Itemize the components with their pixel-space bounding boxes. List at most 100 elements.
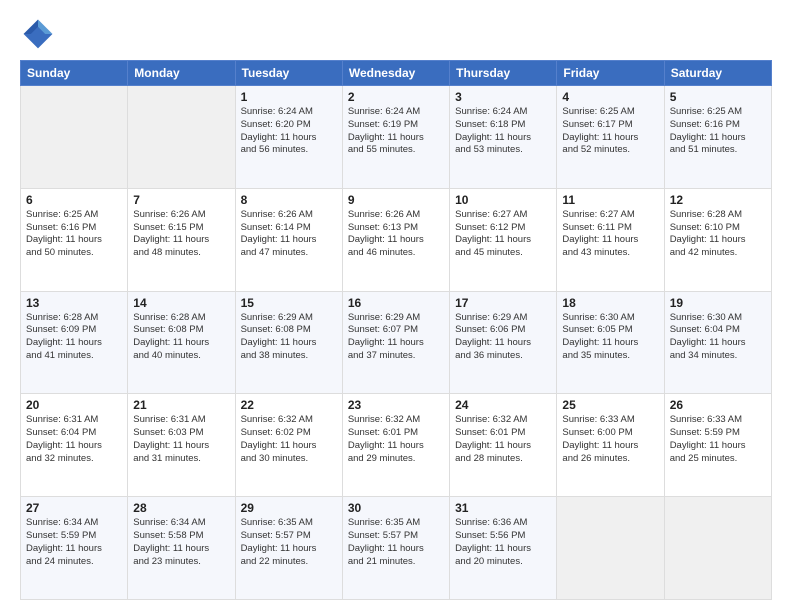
- logo-icon: [20, 16, 56, 52]
- day-number: 20: [26, 398, 122, 412]
- day-cell: 2 Sunrise: 6:24 AM Sunset: 6:19 PM Daylig…: [342, 86, 449, 189]
- day-cell: 8 Sunrise: 6:26 AM Sunset: 6:14 PM Daylig…: [235, 188, 342, 291]
- day-cell: 10Sunrise: 6:27 AM Sunset: 6:12 PM Dayli…: [450, 188, 557, 291]
- week-row-0: 1Sunrise: 6:24 AM Sunset: 6:20 PM Daylig…: [21, 86, 772, 189]
- col-header-thursday: Thursday: [450, 61, 557, 86]
- day-info: Sunrise: 6:28 AM Sunset: 6:10 PM Dayligh…: [670, 209, 766, 260]
- calendar-table: SundayMondayTuesdayWednesdayThursdayFrid…: [20, 60, 772, 600]
- day-info: Sunrise: 6:33 AM Sunset: 6:00 PM Dayligh…: [562, 414, 658, 465]
- day-number: 25: [562, 398, 658, 412]
- header: [20, 16, 772, 52]
- day-info: Sunrise: 6:35 AM Sunset: 5:57 PM Dayligh…: [241, 517, 337, 568]
- day-cell: 12 Sunrise: 6:28 AM Sunset: 6:10 PM Dayli…: [664, 188, 771, 291]
- day-number: 22: [241, 398, 337, 412]
- day-info: Sunrise: 6:31 AM Sunset: 6:04 PM Dayligh…: [26, 414, 122, 465]
- week-row-4: 27 Sunrise: 6:34 AM Sunset: 5:59 PM Dayli…: [21, 497, 772, 600]
- day-info: Sunrise: 6:27 AM Sunset: 6:11 PM Dayligh…: [562, 209, 658, 260]
- day-cell: [128, 86, 235, 189]
- day-cell: [664, 497, 771, 600]
- day-cell: 25 Sunrise: 6:33 AM Sunset: 6:00 PM Dayli…: [557, 394, 664, 497]
- col-header-sunday: Sunday: [21, 61, 128, 86]
- day-cell: 26 Sunrise: 6:33 AM Sunset: 5:59 PM Dayli…: [664, 394, 771, 497]
- day-cell: 17 Sunrise: 6:29 AM Sunset: 6:06 PM Dayli…: [450, 291, 557, 394]
- day-cell: 4Sunrise: 6:25 AM Sunset: 6:17 PM Daylig…: [557, 86, 664, 189]
- day-number: 23: [348, 398, 444, 412]
- day-number: 31: [455, 501, 551, 515]
- day-number: 24: [455, 398, 551, 412]
- day-number: 6: [26, 193, 122, 207]
- day-number: 26: [670, 398, 766, 412]
- day-number: 11: [562, 193, 658, 207]
- day-cell: 19 Sunrise: 6:30 AM Sunset: 6:04 PM Dayli…: [664, 291, 771, 394]
- day-number: 19: [670, 296, 766, 310]
- day-info: Sunrise: 6:31 AM Sunset: 6:03 PM Dayligh…: [133, 414, 229, 465]
- day-info: Sunrise: 6:28 AM Sunset: 6:09 PM Dayligh…: [26, 312, 122, 363]
- day-info: Sunrise: 6:32 AM Sunset: 6:01 PM Dayligh…: [348, 414, 444, 465]
- day-cell: 20 Sunrise: 6:31 AM Sunset: 6:04 PM Dayli…: [21, 394, 128, 497]
- day-number: 13: [26, 296, 122, 310]
- day-cell: 29 Sunrise: 6:35 AM Sunset: 5:57 PM Dayli…: [235, 497, 342, 600]
- day-info: Sunrise: 6:33 AM Sunset: 5:59 PM Dayligh…: [670, 414, 766, 465]
- calendar-header-row: SundayMondayTuesdayWednesdayThursdayFrid…: [21, 61, 772, 86]
- day-info: Sunrise: 6:32 AM Sunset: 6:02 PM Dayligh…: [241, 414, 337, 465]
- day-info: Sunrise: 6:26 AM Sunset: 6:15 PM Dayligh…: [133, 209, 229, 260]
- day-info: Sunrise: 6:24 AM Sunset: 6:18 PM Dayligh…: [455, 106, 551, 157]
- day-number: 8: [241, 193, 337, 207]
- day-number: 28: [133, 501, 229, 515]
- col-header-saturday: Saturday: [664, 61, 771, 86]
- day-cell: 6Sunrise: 6:25 AM Sunset: 6:16 PM Daylig…: [21, 188, 128, 291]
- week-row-2: 13 Sunrise: 6:28 AM Sunset: 6:09 PM Dayli…: [21, 291, 772, 394]
- day-cell: 18 Sunrise: 6:30 AM Sunset: 6:05 PM Dayli…: [557, 291, 664, 394]
- day-number: 5: [670, 90, 766, 104]
- col-header-friday: Friday: [557, 61, 664, 86]
- day-info: Sunrise: 6:28 AM Sunset: 6:08 PM Dayligh…: [133, 312, 229, 363]
- page: SundayMondayTuesdayWednesdayThursdayFrid…: [0, 0, 792, 612]
- day-number: 18: [562, 296, 658, 310]
- day-number: 16: [348, 296, 444, 310]
- day-number: 7: [133, 193, 229, 207]
- day-info: Sunrise: 6:25 AM Sunset: 6:16 PM Dayligh…: [670, 106, 766, 157]
- day-cell: 16 Sunrise: 6:29 AM Sunset: 6:07 PM Dayli…: [342, 291, 449, 394]
- day-cell: 13 Sunrise: 6:28 AM Sunset: 6:09 PM Dayli…: [21, 291, 128, 394]
- day-number: 10: [455, 193, 551, 207]
- day-info: Sunrise: 6:36 AM Sunset: 5:56 PM Dayligh…: [455, 517, 551, 568]
- col-header-tuesday: Tuesday: [235, 61, 342, 86]
- day-info: Sunrise: 6:26 AM Sunset: 6:13 PM Dayligh…: [348, 209, 444, 260]
- day-number: 12: [670, 193, 766, 207]
- day-cell: 3 Sunrise: 6:24 AM Sunset: 6:18 PM Daylig…: [450, 86, 557, 189]
- week-row-3: 20 Sunrise: 6:31 AM Sunset: 6:04 PM Dayli…: [21, 394, 772, 497]
- day-info: Sunrise: 6:29 AM Sunset: 6:06 PM Dayligh…: [455, 312, 551, 363]
- day-cell: 21 Sunrise: 6:31 AM Sunset: 6:03 PM Dayli…: [128, 394, 235, 497]
- day-info: Sunrise: 6:30 AM Sunset: 6:05 PM Dayligh…: [562, 312, 658, 363]
- day-cell: [21, 86, 128, 189]
- col-header-wednesday: Wednesday: [342, 61, 449, 86]
- day-info: Sunrise: 6:34 AM Sunset: 5:58 PM Dayligh…: [133, 517, 229, 568]
- day-info: Sunrise: 6:35 AM Sunset: 5:57 PM Dayligh…: [348, 517, 444, 568]
- day-number: 21: [133, 398, 229, 412]
- day-cell: 31 Sunrise: 6:36 AM Sunset: 5:56 PM Dayli…: [450, 497, 557, 600]
- day-cell: 5 Sunrise: 6:25 AM Sunset: 6:16 PM Daylig…: [664, 86, 771, 189]
- day-info: Sunrise: 6:26 AM Sunset: 6:14 PM Dayligh…: [241, 209, 337, 260]
- day-number: 15: [241, 296, 337, 310]
- day-number: 14: [133, 296, 229, 310]
- day-cell: 1Sunrise: 6:24 AM Sunset: 6:20 PM Daylig…: [235, 86, 342, 189]
- day-cell: 14 Sunrise: 6:28 AM Sunset: 6:08 PM Dayli…: [128, 291, 235, 394]
- day-info: Sunrise: 6:29 AM Sunset: 6:07 PM Dayligh…: [348, 312, 444, 363]
- day-info: Sunrise: 6:25 AM Sunset: 6:17 PM Dayligh…: [562, 106, 658, 157]
- day-number: 2: [348, 90, 444, 104]
- day-info: Sunrise: 6:32 AM Sunset: 6:01 PM Dayligh…: [455, 414, 551, 465]
- day-cell: 22 Sunrise: 6:32 AM Sunset: 6:02 PM Dayli…: [235, 394, 342, 497]
- day-cell: 15Sunrise: 6:29 AM Sunset: 6:08 PM Dayli…: [235, 291, 342, 394]
- day-cell: 11 Sunrise: 6:27 AM Sunset: 6:11 PM Dayli…: [557, 188, 664, 291]
- day-info: Sunrise: 6:24 AM Sunset: 6:19 PM Dayligh…: [348, 106, 444, 157]
- day-number: 27: [26, 501, 122, 515]
- day-info: Sunrise: 6:24 AM Sunset: 6:20 PM Dayligh…: [241, 106, 337, 157]
- day-info: Sunrise: 6:34 AM Sunset: 5:59 PM Dayligh…: [26, 517, 122, 568]
- week-row-1: 6Sunrise: 6:25 AM Sunset: 6:16 PM Daylig…: [21, 188, 772, 291]
- day-number: 3: [455, 90, 551, 104]
- day-cell: 28 Sunrise: 6:34 AM Sunset: 5:58 PM Dayli…: [128, 497, 235, 600]
- day-info: Sunrise: 6:30 AM Sunset: 6:04 PM Dayligh…: [670, 312, 766, 363]
- day-number: 29: [241, 501, 337, 515]
- day-cell: 9Sunrise: 6:26 AM Sunset: 6:13 PM Daylig…: [342, 188, 449, 291]
- day-number: 17: [455, 296, 551, 310]
